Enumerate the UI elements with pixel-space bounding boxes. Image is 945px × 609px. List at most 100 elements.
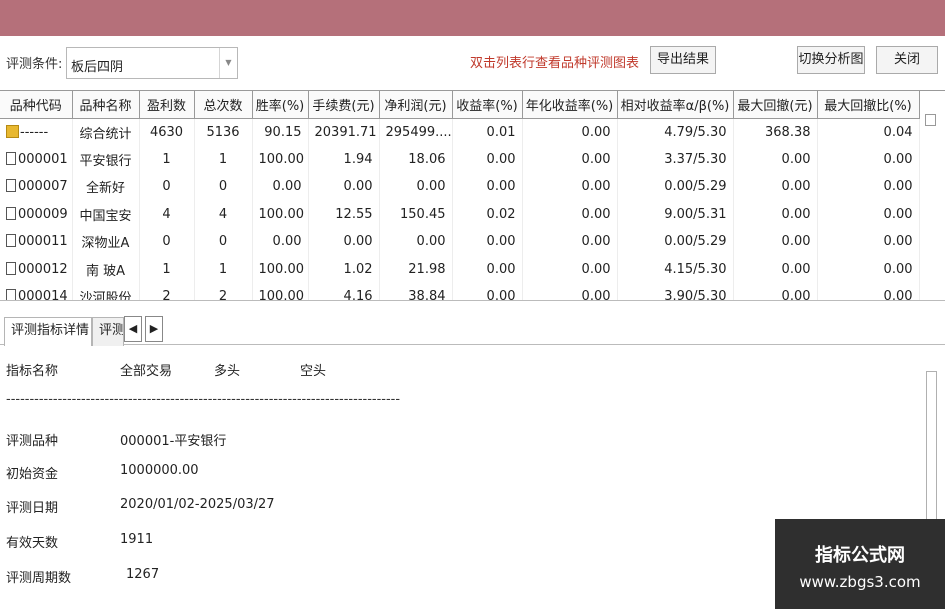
max-drawdown-ratio-cell: 0.00 [817,200,920,228]
profit-count-cell: 2 [139,283,195,300]
win-rate-cell: 100.00 [252,283,309,300]
total-count-cell: 0 [194,228,253,256]
detail-value: 1000000.00 [120,463,199,478]
relative-return-cell: 3.37/5.30 [617,145,734,173]
profit-count-cell: 1 [139,255,195,283]
relative-return-cell: 4.79/5.30 [617,118,734,146]
separator-line: ----------------------------------------… [6,392,401,407]
table-row[interactable]: 000014 沙河股份 2 2 100.00 4.16 38.84 0.00 0… [0,283,920,300]
return-cell: 0.01 [452,118,523,146]
condition-select-value: 板后四阴 [71,60,124,75]
win-rate-cell: 100.00 [252,255,309,283]
max-drawdown-ratio-cell: 0.00 [817,173,920,201]
column-header[interactable]: 盈利数 [139,91,195,119]
code-cell: 000014 [0,283,73,300]
max-drawdown-cell: 0.00 [733,173,818,201]
detail-value: 2020/01/02-2025/03/27 [120,497,275,512]
profit-count-cell: 4630 [139,118,195,146]
max-drawdown-ratio-cell: 0.00 [817,145,920,173]
total-count-cell: 0 [194,173,253,201]
name-cell: 综合统计 [72,118,140,146]
profit-count-cell: 4 [139,200,195,228]
detail-label: 有效天数 [6,536,59,551]
column-header[interactable]: 净利润(元) [379,91,453,119]
column-header[interactable]: 品种名称 [72,91,140,119]
total-count-cell: 2 [194,283,253,300]
double-click-hint: 双击列表行查看品种评测图表 [470,56,640,71]
table-row[interactable]: ------ 综合统计 4630 5136 90.15 20391.71 295… [0,118,920,146]
column-header[interactable]: 收益率(%) [452,91,523,119]
win-rate-cell: 100.00 [252,145,309,173]
net-profit-cell: 38.84 [379,283,453,300]
name-cell: 南 玻A [72,255,140,283]
title-bar [0,0,945,36]
column-header[interactable]: 品种代码 [0,91,73,119]
column-header[interactable]: 年化收益率(%) [522,91,618,119]
return-cell: 0.00 [452,145,523,173]
column-header[interactable]: 最大回撤比(%) [817,91,920,119]
condition-select[interactable]: 板后四阴 ▼ [66,47,238,79]
switch-chart-button[interactable]: 切换分析图 [797,46,865,74]
detail-label: 评测周期数 [6,571,72,586]
return-cell: 0.00 [452,173,523,201]
grid-scroll-box[interactable] [925,114,936,126]
code-cell: 000001 [0,145,73,173]
table-row[interactable]: 000007 全新好 0 0 0.00 0.00 0.00 0.00 0.00 … [0,173,920,201]
relative-return-cell: 4.15/5.30 [617,255,734,283]
max-drawdown-cell: 0.00 [733,145,818,173]
max-drawdown-cell: 0.00 [733,200,818,228]
column-header[interactable]: 最大回撤(元) [733,91,818,119]
chevron-down-icon[interactable]: ▼ [219,48,237,78]
table-row[interactable]: 000001 平安银行 1 1 100.00 1.94 18.06 0.00 0… [0,145,920,173]
tab-scroll-right-icon[interactable]: ▶ [145,316,163,342]
table-row[interactable]: 000009 中国宝安 4 4 100.00 12.55 150.45 0.02… [0,200,920,228]
annual-return-cell: 0.00 [522,200,618,228]
win-rate-cell: 0.00 [252,228,309,256]
table-row[interactable]: 000011 深物业A 0 0 0.00 0.00 0.00 0.00 0.00… [0,228,920,256]
column-header[interactable]: 胜率(%) [252,91,309,119]
return-cell: 0.00 [452,228,523,256]
relative-return-cell: 9.00/5.31 [617,200,734,228]
win-rate-cell: 100.00 [252,200,309,228]
column-header[interactable]: 相对收益率α/β(%) [617,91,734,119]
table-row[interactable]: 000012 南 玻A 1 1 100.00 1.02 21.98 0.00 0… [0,255,920,283]
detail-label: 初始资金 [6,467,59,482]
tab-indicator-details[interactable]: 评测指标详情 [4,317,92,346]
profit-count-cell: 0 [139,173,195,201]
fee-cell: 1.02 [308,255,380,283]
name-cell: 全新好 [72,173,140,201]
code-cell: 000009 [0,200,73,228]
close-button[interactable]: 关闭 [876,46,938,74]
document-icon [6,261,16,275]
tab-scroll-left-icon[interactable]: ◀ [124,316,142,342]
win-rate-cell: 90.15 [252,118,309,146]
annual-return-cell: 0.00 [522,228,618,256]
annual-return-cell: 0.00 [522,283,618,300]
toolbar: 评测条件: 板后四阴 ▼ 双击列表行查看品种评测图表 导出结果 切换分析图 关闭 [0,36,945,86]
tab-evaluation[interactable]: 评测 [92,317,124,346]
column-header[interactable]: 总次数 [194,91,253,119]
detail-header-long: 多头 [214,364,241,379]
net-profit-cell: 21.98 [379,255,453,283]
profit-count-cell: 1 [139,145,195,173]
annual-return-cell: 0.00 [522,173,618,201]
max-drawdown-cell: 0.00 [733,283,818,300]
fee-cell: 0.00 [308,228,380,256]
watermark-logo: 指标公式网 www.zbgs3.com [775,519,945,609]
detail-tab-bar: 评测指标详情 评测 ◀ ▶ [0,313,945,346]
code-cell: 000007 [0,173,73,201]
relative-return-cell: 0.00/5.29 [617,228,734,256]
return-cell: 0.00 [452,255,523,283]
fee-cell: 1.94 [308,145,380,173]
column-header[interactable]: 手续费(元) [308,91,380,119]
fee-cell: 12.55 [308,200,380,228]
max-drawdown-ratio-cell: 0.00 [817,255,920,283]
max-drawdown-ratio-cell: 0.04 [817,118,920,146]
profit-count-cell: 0 [139,228,195,256]
max-drawdown-ratio-cell: 0.00 [817,228,920,256]
max-drawdown-cell: 368.38 [733,118,818,146]
relative-return-cell: 0.00/5.29 [617,173,734,201]
detail-value: 1911 [120,532,154,547]
detail-label: 评测日期 [6,501,59,516]
export-results-button[interactable]: 导出结果 [650,46,716,74]
